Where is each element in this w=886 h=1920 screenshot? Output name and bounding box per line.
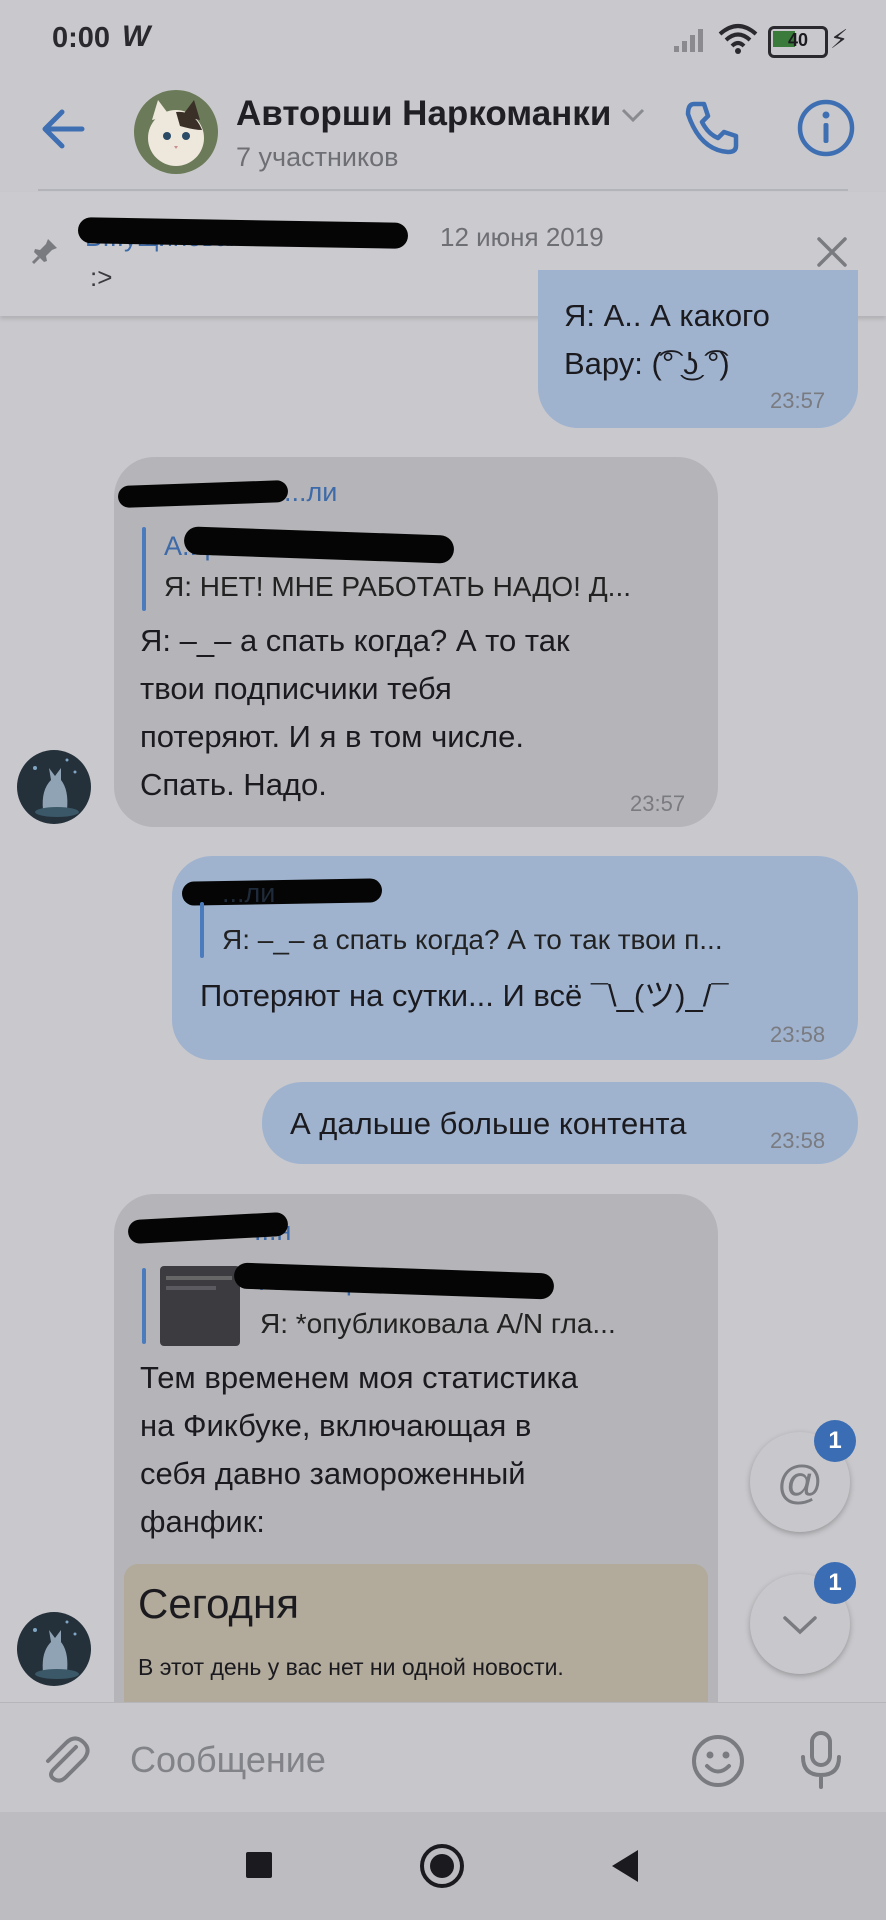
phone-icon[interactable] (680, 98, 740, 158)
card-text: В этот день у вас нет ни одной новости. (138, 1654, 564, 1680)
message-time: 23:57 (630, 791, 686, 816)
chevron-down-icon (783, 1616, 817, 1635)
reply-thumbnail (160, 1266, 240, 1346)
redaction-scribble (181, 878, 383, 906)
reply-quote-bar (142, 1268, 146, 1344)
status-bar: 0:00 W 40 ⚡ (0, 0, 886, 70)
reply-quote-bar (200, 902, 204, 958)
sender-avatar[interactable] (17, 1612, 91, 1686)
back-arrow-icon[interactable] (38, 104, 88, 154)
wolf-avatar-icon (17, 1612, 91, 1686)
chat-title[interactable]: Авторши Наркоманки (236, 94, 611, 134)
info-icon[interactable] (796, 98, 856, 158)
message-author: ...ли (284, 477, 338, 507)
app-notification-icon: W (122, 20, 151, 53)
chat-subtitle: 7 участников (236, 142, 399, 172)
message-text: Я: А.. А какого Вару: (͡° ͜ʖ ͡°) (564, 298, 770, 381)
message-bubble-incoming[interactable]: ...ли А...рова Я: НЕТ! МНЕ РАБОТАТЬ НАДО… (114, 457, 718, 827)
chat-header: Авторши Наркоманки 7 участников (0, 70, 886, 188)
back-icon[interactable] (608, 1848, 642, 1884)
message-text: Я: –_– а спать когда? А то так твои подп… (140, 623, 570, 802)
charging-icon: ⚡ (830, 24, 849, 54)
reply-quote-bar (142, 527, 146, 611)
reply-author: ...ли (222, 878, 276, 908)
battery-level: 40 (787, 30, 809, 50)
message-time: 23:58 (770, 1022, 826, 1047)
message-time: 23:57 (770, 388, 826, 413)
header-divider (38, 189, 848, 191)
message-time: 23:58 (770, 1128, 826, 1153)
pin-icon (31, 239, 57, 265)
message-bubble-incoming[interactable]: ...н Ана...бров Я: *опубликовала A/N гла… (114, 1194, 718, 1714)
cat-avatar-icon (134, 90, 218, 174)
sender-avatar[interactable] (17, 750, 91, 824)
microphone-icon[interactable] (796, 1729, 846, 1791)
emoji-icon[interactable] (690, 1733, 746, 1789)
redaction-scribble (117, 480, 289, 508)
wifi-icon (718, 24, 758, 54)
wolf-avatar-icon (17, 750, 91, 824)
mention-button[interactable]: @ 1 (750, 1420, 856, 1532)
recents-icon[interactable] (246, 1852, 272, 1878)
message-bubble-outgoing[interactable]: ...ли Я: –_– а спать когда? А то так тво… (172, 856, 858, 1060)
paperclip-icon[interactable] (38, 1733, 90, 1785)
message-text: Потеряют на сутки... И всё ¯\_(ツ)_/¯ (200, 978, 729, 1013)
system-navigation-bar (0, 1812, 886, 1920)
pinned-text: :> (90, 262, 113, 292)
message-composer: Сообщение (0, 1702, 886, 1813)
card-title: Сегодня (138, 1580, 299, 1627)
message-bubble-outgoing[interactable]: А дальше больше контента 23:58 (262, 1082, 858, 1164)
attached-image[interactable]: Сегодня В этот день у вас нет ни одной н… (124, 1564, 708, 1714)
chevron-down-icon[interactable] (620, 106, 646, 124)
message-text: А дальше больше контента (290, 1106, 687, 1141)
message-input[interactable]: Сообщение (130, 1739, 326, 1781)
home-icon[interactable] (420, 1844, 464, 1888)
status-time: 0:00 (52, 22, 111, 54)
message-bubble-outgoing[interactable]: Я: А.. А какого Вару: (͡° ͜ʖ ͡°) 23:57 (538, 270, 858, 428)
pinned-date: 12 июня 2019 (440, 222, 604, 252)
battery-icon: 40 (768, 26, 828, 58)
message-text: Тем временем моя статистика на Фикбуке, … (140, 1360, 579, 1539)
scroll-down-button[interactable]: 1 (750, 1562, 856, 1674)
chat-avatar[interactable] (134, 90, 218, 174)
signal-icon (674, 29, 703, 52)
mention-badge: 1 (814, 1420, 856, 1462)
reply-text: Я: –_– а спать когда? А то так твои п... (222, 924, 723, 955)
scroll-badge: 1 (814, 1562, 856, 1604)
reply-text: Я: *опубликовала A/N гла... (260, 1308, 616, 1339)
reply-text: Я: НЕТ! МНЕ РАБОТАТЬ НАДО! Д... (164, 571, 632, 602)
close-icon[interactable] (814, 234, 850, 270)
